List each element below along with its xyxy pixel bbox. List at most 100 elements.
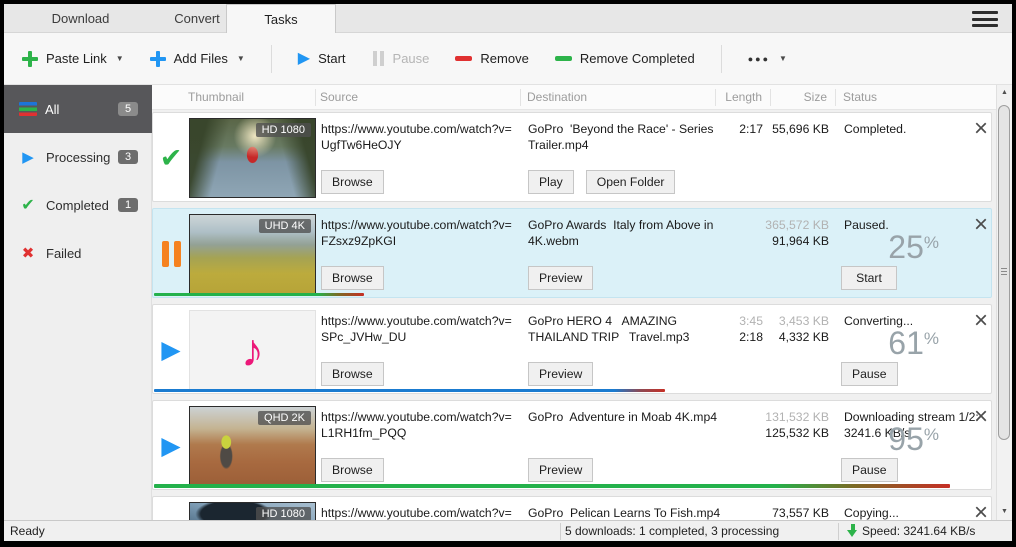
column-header-destination[interactable]: Destination (527, 85, 587, 110)
column-header-source[interactable]: Source (320, 85, 358, 110)
column-header-status[interactable]: Status (843, 85, 877, 110)
play-icon: ▶ (298, 51, 310, 67)
download-task-row: ▶ ♪ https://www.youtube.com/watch?v= SPc… (152, 304, 992, 394)
browse-button[interactable]: Browse (321, 170, 384, 194)
destination-file: GoPro Pelican Learns To Fish.mp4 (528, 505, 728, 520)
play-button[interactable]: Play (528, 170, 574, 194)
download-task-row: ▶ QHD 2K https://www.youtube.com/watch?v… (152, 400, 992, 490)
dropdown-caret-icon[interactable]: ▼ (779, 54, 787, 63)
toolbar-remove-button[interactable]: Remove (455, 51, 528, 66)
dropdown-caret-icon[interactable]: ▼ (237, 54, 245, 63)
progress-bar (154, 293, 364, 296)
all-icon (19, 102, 37, 116)
sidebar-item-all[interactable]: All5 (4, 85, 152, 133)
column-divider (520, 89, 521, 106)
column-header-size[interactable]: Size (762, 85, 827, 110)
destination-file: GoPro Adventure in Moab 4K.mp4 (528, 409, 728, 425)
column-divider (315, 89, 316, 106)
task-action-button[interactable]: Start (841, 266, 897, 290)
task-action-button[interactable]: Pause (841, 362, 898, 386)
scroll-down-icon[interactable]: ▼ (997, 504, 1012, 520)
close-icon[interactable]: × (969, 117, 992, 141)
speed-down-arrow-icon (847, 524, 858, 538)
toolbar-start-button[interactable]: ▶ Start (298, 51, 346, 67)
toolbar-add-files-button[interactable]: Add Files▼ (150, 51, 245, 67)
video-thumbnail[interactable]: HD 1080 (189, 502, 316, 520)
app-body: DownloadConvertTasks Paste Link▼ Add File… (4, 4, 1012, 541)
download-task-row: ✔ HD 1080 https://www.youtube.com/watch?… (152, 112, 992, 202)
video-thumbnail[interactable]: QHD 2K (189, 406, 316, 486)
browse-button[interactable]: Browse (321, 362, 384, 386)
preview-button[interactable]: Preview (528, 362, 593, 386)
count-badge: 3 (118, 150, 138, 164)
statusbar-divider (838, 523, 839, 540)
size-current: 73,557 KB (763, 505, 829, 520)
menu-icon[interactable] (972, 11, 998, 27)
sidebar: All5▶Processing3✔Completed1✖Failed (4, 85, 152, 520)
size-current: 4,332 KB (763, 329, 829, 345)
size-cell: 365,572 KB 91,964 KB (763, 217, 829, 249)
tab-download[interactable]: Download (18, 4, 143, 33)
close-icon[interactable]: × (969, 405, 992, 429)
column-header-thumbnail[interactable]: Thumbnail (188, 85, 244, 110)
tab-bar: DownloadConvertTasks (4, 4, 1012, 33)
length-total: 3:45 (693, 313, 763, 329)
tab-tasks[interactable]: Tasks (226, 4, 336, 33)
size-cell: 3,453 KB 4,332 KB (763, 313, 829, 345)
percent-sign: % (924, 329, 939, 348)
toolbar-label: Pause (393, 51, 430, 66)
close-icon[interactable]: × (969, 213, 992, 237)
video-thumbnail[interactable]: UHD 4K (189, 214, 316, 294)
scroll-up-icon[interactable]: ▲ (997, 85, 1012, 101)
row-state-icon (153, 497, 189, 520)
source-url: https://www.youtube.com/watch?v= L1RH1fm… (321, 409, 525, 441)
progress-percent-value: 95 (888, 421, 924, 457)
preview-button[interactable]: Preview (528, 458, 593, 482)
size-current: 91,964 KB (763, 233, 829, 249)
plus-icon (150, 51, 166, 67)
row-state-icon (153, 209, 189, 298)
sidebar-item-processing[interactable]: ▶Processing3 (4, 141, 152, 173)
progress-percent: 61% (844, 325, 939, 362)
task-action-button[interactable]: Pause (841, 458, 898, 482)
close-icon[interactable]: × (969, 501, 992, 520)
dropdown-caret-icon[interactable]: ▼ (116, 54, 124, 63)
progress-percent-value: 25 (888, 229, 924, 265)
sidebar-item-label: Completed (46, 198, 109, 213)
close-icon[interactable]: × (969, 309, 992, 333)
length-current: 2:18 (693, 329, 763, 345)
browse-button[interactable]: Browse (321, 266, 384, 290)
source-url: https://www.youtube.com/watch?v= UgfTw6H… (321, 121, 525, 153)
browse-button[interactable]: Browse (321, 458, 384, 482)
size-total: 3,453 KB (763, 313, 829, 329)
pause-icon (372, 51, 385, 66)
play-icon: ▶ (18, 148, 38, 166)
toolbar-pause-button[interactable]: Pause (372, 51, 430, 66)
cross-icon: ✖ (18, 244, 38, 262)
open-folder-button[interactable]: Open Folder (586, 170, 676, 194)
size-current: 125,532 KB (763, 425, 829, 441)
preview-button[interactable]: Preview (528, 266, 593, 290)
scrollbar-thumb[interactable] (998, 105, 1010, 440)
percent-sign: % (924, 425, 939, 444)
toolbar-separator (271, 45, 272, 73)
sidebar-item-completed[interactable]: ✔Completed1 (4, 189, 152, 221)
toolbar-more-button[interactable]: ●●● ▼ (748, 54, 787, 64)
length-cell: 3:45 2:18 (693, 313, 763, 345)
video-thumbnail[interactable]: HD 1080 (189, 118, 316, 198)
scrollbar[interactable]: ▲ ▼ (996, 85, 1011, 520)
size-total: 131,532 KB (763, 409, 829, 425)
toolbar-paste-link-button[interactable]: Paste Link▼ (22, 51, 124, 67)
video-thumbnail[interactable]: ♪ (189, 310, 316, 390)
column-header-length[interactable]: Length (692, 85, 762, 110)
quality-badge: HD 1080 (256, 123, 311, 137)
toolbar-remove-completed-button[interactable]: Remove Completed (555, 51, 695, 66)
source-url: https://www.youtube.com/watch?v= FZsxz9Z… (321, 217, 525, 249)
status-ready-text: Ready (10, 524, 45, 538)
toolbar-label: Start (318, 51, 345, 66)
more-dots-icon: ●●● (748, 54, 770, 64)
count-badge: 1 (118, 198, 138, 212)
sidebar-item-failed[interactable]: ✖Failed (4, 237, 152, 269)
column-divider (835, 89, 836, 106)
app-window: DownloadConvertTasks Paste Link▼ Add File… (0, 0, 1016, 547)
